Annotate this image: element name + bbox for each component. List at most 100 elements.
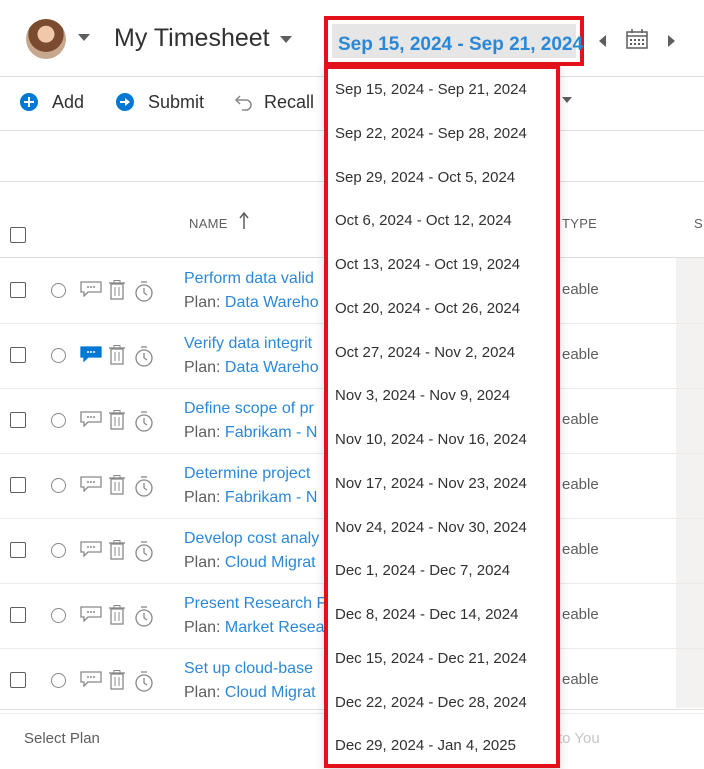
row-checkbox[interactable]	[10, 347, 26, 363]
trash-icon[interactable]	[108, 280, 126, 300]
date-range-option[interactable]: Dec 29, 2024 - Jan 4, 2025	[335, 737, 516, 754]
row-type: eable	[562, 346, 599, 363]
select-plan-button[interactable]: Select Plan	[24, 730, 100, 747]
plan-link[interactable]: Market Resea	[225, 619, 325, 636]
date-range-option[interactable]: Dec 1, 2024 - Dec 7, 2024	[335, 562, 510, 579]
recall-button[interactable]: Recall	[234, 90, 314, 114]
date-range-option[interactable]: Dec 8, 2024 - Dec 14, 2024	[335, 606, 518, 623]
add-button[interactable]: Add	[20, 90, 84, 114]
status-circle-icon[interactable]	[51, 608, 66, 623]
task-link[interactable]: Set up cloud-base	[184, 660, 313, 678]
row-type: eable	[562, 671, 599, 688]
column-header-extra[interactable]: SU	[694, 216, 704, 231]
plan-prefix: Plan:	[184, 684, 221, 701]
page-title[interactable]: My Timesheet	[114, 24, 270, 53]
row-type: eable	[562, 476, 599, 493]
row-checkbox[interactable]	[10, 607, 26, 623]
plan-prefix: Plan:	[184, 294, 221, 311]
status-circle-icon[interactable]	[51, 283, 66, 298]
task-link[interactable]: Define scope of pr	[184, 400, 314, 418]
toolbar-chevron-down-icon[interactable]	[562, 97, 572, 103]
timer-icon[interactable]	[134, 345, 154, 367]
status-circle-icon[interactable]	[51, 543, 66, 558]
task-link[interactable]: Present Research F	[184, 595, 326, 613]
timer-icon[interactable]	[134, 670, 154, 692]
task-link[interactable]: Perform data valid	[184, 270, 314, 288]
task-link[interactable]: Determine project	[184, 465, 310, 483]
submit-label: Submit	[148, 91, 205, 112]
trash-icon[interactable]	[108, 605, 126, 625]
title-chevron-down-icon[interactable]	[280, 36, 292, 43]
row-type: eable	[562, 411, 599, 428]
trash-icon[interactable]	[108, 345, 126, 365]
date-range-option[interactable]: Dec 15, 2024 - Dec 21, 2024	[335, 650, 527, 667]
row-checkbox[interactable]	[10, 412, 26, 428]
plan-line: Plan: Cloud Migrat	[184, 684, 316, 702]
row-checkbox[interactable]	[10, 542, 26, 558]
plan-link[interactable]: Fabrikam - N	[225, 424, 317, 441]
comment-icon[interactable]	[80, 671, 102, 687]
row-checkbox[interactable]	[10, 282, 26, 298]
sort-ascending-icon[interactable]	[239, 212, 249, 230]
timer-icon[interactable]	[134, 410, 154, 432]
status-circle-icon[interactable]	[51, 348, 66, 363]
recall-label: Recall	[264, 91, 315, 112]
trash-icon[interactable]	[108, 475, 126, 495]
date-range-option[interactable]: Oct 20, 2024 - Oct 26, 2024	[335, 300, 520, 317]
avatar-chevron-down-icon[interactable]	[78, 34, 90, 41]
plan-link[interactable]: Cloud Migrat	[225, 684, 316, 701]
row-type: eable	[562, 281, 599, 298]
trash-icon[interactable]	[108, 410, 126, 430]
timer-icon[interactable]	[134, 540, 154, 562]
status-circle-icon[interactable]	[51, 478, 66, 493]
timer-icon[interactable]	[134, 475, 154, 497]
date-range-option[interactable]: Nov 24, 2024 - Nov 30, 2024	[335, 519, 527, 536]
date-range-option[interactable]: Sep 29, 2024 - Oct 5, 2024	[335, 169, 515, 186]
row-type: eable	[562, 541, 599, 558]
task-link[interactable]: Develop cost analy	[184, 530, 319, 548]
date-range-option[interactable]: Sep 22, 2024 - Sep 28, 2024	[335, 125, 527, 142]
date-range-option[interactable]: Nov 17, 2024 - Nov 23, 2024	[335, 475, 527, 492]
date-range-option[interactable]: Oct 13, 2024 - Oct 19, 2024	[335, 256, 520, 273]
timer-icon[interactable]	[134, 605, 154, 627]
plan-prefix: Plan:	[184, 554, 221, 571]
plan-link[interactable]: Data Wareho	[225, 294, 319, 311]
comment-icon[interactable]	[80, 541, 102, 557]
plan-link[interactable]: Data Wareho	[225, 359, 319, 376]
submit-button[interactable]: Submit	[116, 90, 204, 114]
comment-icon[interactable]	[80, 281, 102, 297]
date-range-option[interactable]: Nov 3, 2024 - Nov 9, 2024	[335, 387, 510, 404]
comment-icon-active[interactable]	[80, 346, 102, 362]
date-range-option[interactable]: Oct 27, 2024 - Nov 2, 2024	[335, 344, 515, 361]
status-circle-icon[interactable]	[51, 413, 66, 428]
comment-icon[interactable]	[80, 606, 102, 622]
plan-line: Plan: Market Resea	[184, 619, 325, 637]
date-range-option[interactable]: Sep 15, 2024 - Sep 21, 2024	[335, 81, 527, 98]
plan-prefix: Plan:	[184, 359, 221, 376]
date-range-button[interactable]: Sep 15, 2024 - Sep 21, 2024	[324, 16, 584, 66]
status-circle-icon[interactable]	[51, 673, 66, 688]
chevron-left-icon[interactable]	[599, 35, 606, 47]
date-range-option[interactable]: Nov 10, 2024 - Nov 16, 2024	[335, 431, 527, 448]
comment-icon[interactable]	[80, 411, 102, 427]
select-all-checkbox[interactable]	[10, 227, 26, 243]
comment-icon[interactable]	[80, 476, 102, 492]
plan-prefix: Plan:	[184, 424, 221, 441]
timer-icon[interactable]	[134, 280, 154, 302]
date-range-option[interactable]: Dec 22, 2024 - Dec 28, 2024	[335, 694, 527, 711]
trash-icon[interactable]	[108, 670, 126, 690]
plan-link[interactable]: Fabrikam - N	[225, 489, 317, 506]
column-header-name[interactable]: NAME	[189, 216, 228, 231]
avatar[interactable]	[26, 19, 66, 59]
row-checkbox[interactable]	[10, 672, 26, 688]
footer-faded-text: to You	[558, 730, 600, 747]
calendar-icon[interactable]	[626, 29, 648, 49]
column-header-type[interactable]: TYPE	[562, 216, 597, 231]
row-checkbox[interactable]	[10, 477, 26, 493]
trash-icon[interactable]	[108, 540, 126, 560]
row-type: eable	[562, 606, 599, 623]
date-range-option[interactable]: Oct 6, 2024 - Oct 12, 2024	[335, 212, 512, 229]
plan-link[interactable]: Cloud Migrat	[225, 554, 316, 571]
chevron-right-icon[interactable]	[668, 35, 675, 47]
task-link[interactable]: Verify data integrit	[184, 335, 312, 353]
